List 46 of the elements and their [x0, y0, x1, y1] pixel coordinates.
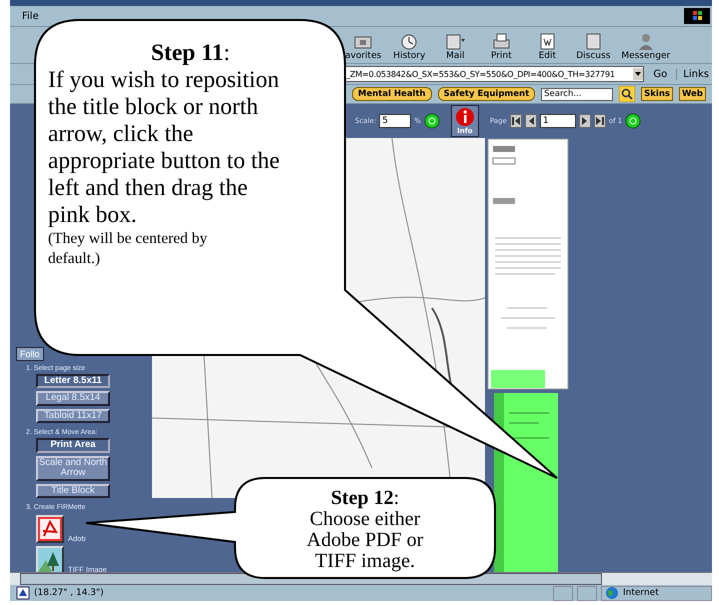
- callout-text: Choose either Adobe PDF or TIFF image.: [306, 509, 424, 572]
- swoosh-icon: [38, 517, 62, 542]
- search-icon: [619, 86, 636, 102]
- link-button[interactable]: Mental Health: [352, 87, 432, 101]
- links-button[interactable]: Links: [676, 68, 712, 80]
- search-field[interactable]: Search...: [541, 88, 614, 100]
- page-nav-button[interactable]: [510, 114, 522, 128]
- address-field[interactable]: _ZM=0.053842&O_SX=553&O_SY=550&O_DPI=400&O_TH=327791: [345, 66, 644, 82]
- status-text: (18.27" , 14.3"): [34, 588, 105, 598]
- status-panel: [577, 586, 597, 600]
- last-page-icon: [594, 115, 605, 127]
- page-icon: [16, 586, 30, 600]
- option-button[interactable]: Print Area: [36, 438, 110, 453]
- first-page-icon: [510, 115, 521, 127]
- toolbar-button[interactable]: History: [391, 31, 428, 63]
- zone-label: Internet: [623, 588, 659, 598]
- go-icon: [424, 113, 440, 129]
- go-button[interactable]: Go: [650, 68, 670, 80]
- windows-logo-icon: [684, 8, 710, 24]
- toolbar-tab[interactable]: Skins: [641, 87, 673, 101]
- toolbar-button[interactable]: Discuss: [575, 31, 612, 63]
- status-panel: [553, 586, 573, 600]
- output-button[interactable]: [36, 546, 64, 574]
- toolbar-button[interactable]: Mail: [437, 31, 474, 63]
- toolbar-button[interactable]: Messenger: [621, 31, 670, 63]
- callout-title: Step 12:: [330, 488, 400, 509]
- info-icon: [454, 107, 475, 127]
- callout-note: (They will be centered by default.): [48, 229, 208, 269]
- toolbar-button[interactable]: avorites: [345, 31, 382, 63]
- callout-title: Step 11:: [150, 40, 231, 67]
- page-nav-button[interactable]: [594, 114, 606, 128]
- toolbar-button[interactable]: Print: [483, 31, 520, 63]
- page-field[interactable]: 1: [540, 114, 576, 128]
- output-button[interactable]: [36, 515, 64, 544]
- go-icon: [625, 113, 642, 129]
- scale-field[interactable]: 5: [379, 114, 412, 128]
- option-button[interactable]: Letter 8.5x11: [36, 374, 110, 388]
- toolbar-button[interactable]: Edit: [529, 31, 566, 63]
- page-nav-button[interactable]: [578, 114, 591, 128]
- toolbar-tab[interactable]: Web: [678, 87, 706, 101]
- globe-icon: [605, 586, 619, 600]
- menu-item[interactable]: File: [22, 10, 39, 22]
- callout-text: If you wish to reposition the title block or north arrow, click the appropriate button to the left and then drag the pink box.: [48, 67, 281, 229]
- page-nav-button[interactable]: [524, 114, 537, 128]
- link-button[interactable]: Safety Equipment: [438, 87, 536, 101]
- tree-picture-icon: [38, 548, 62, 572]
